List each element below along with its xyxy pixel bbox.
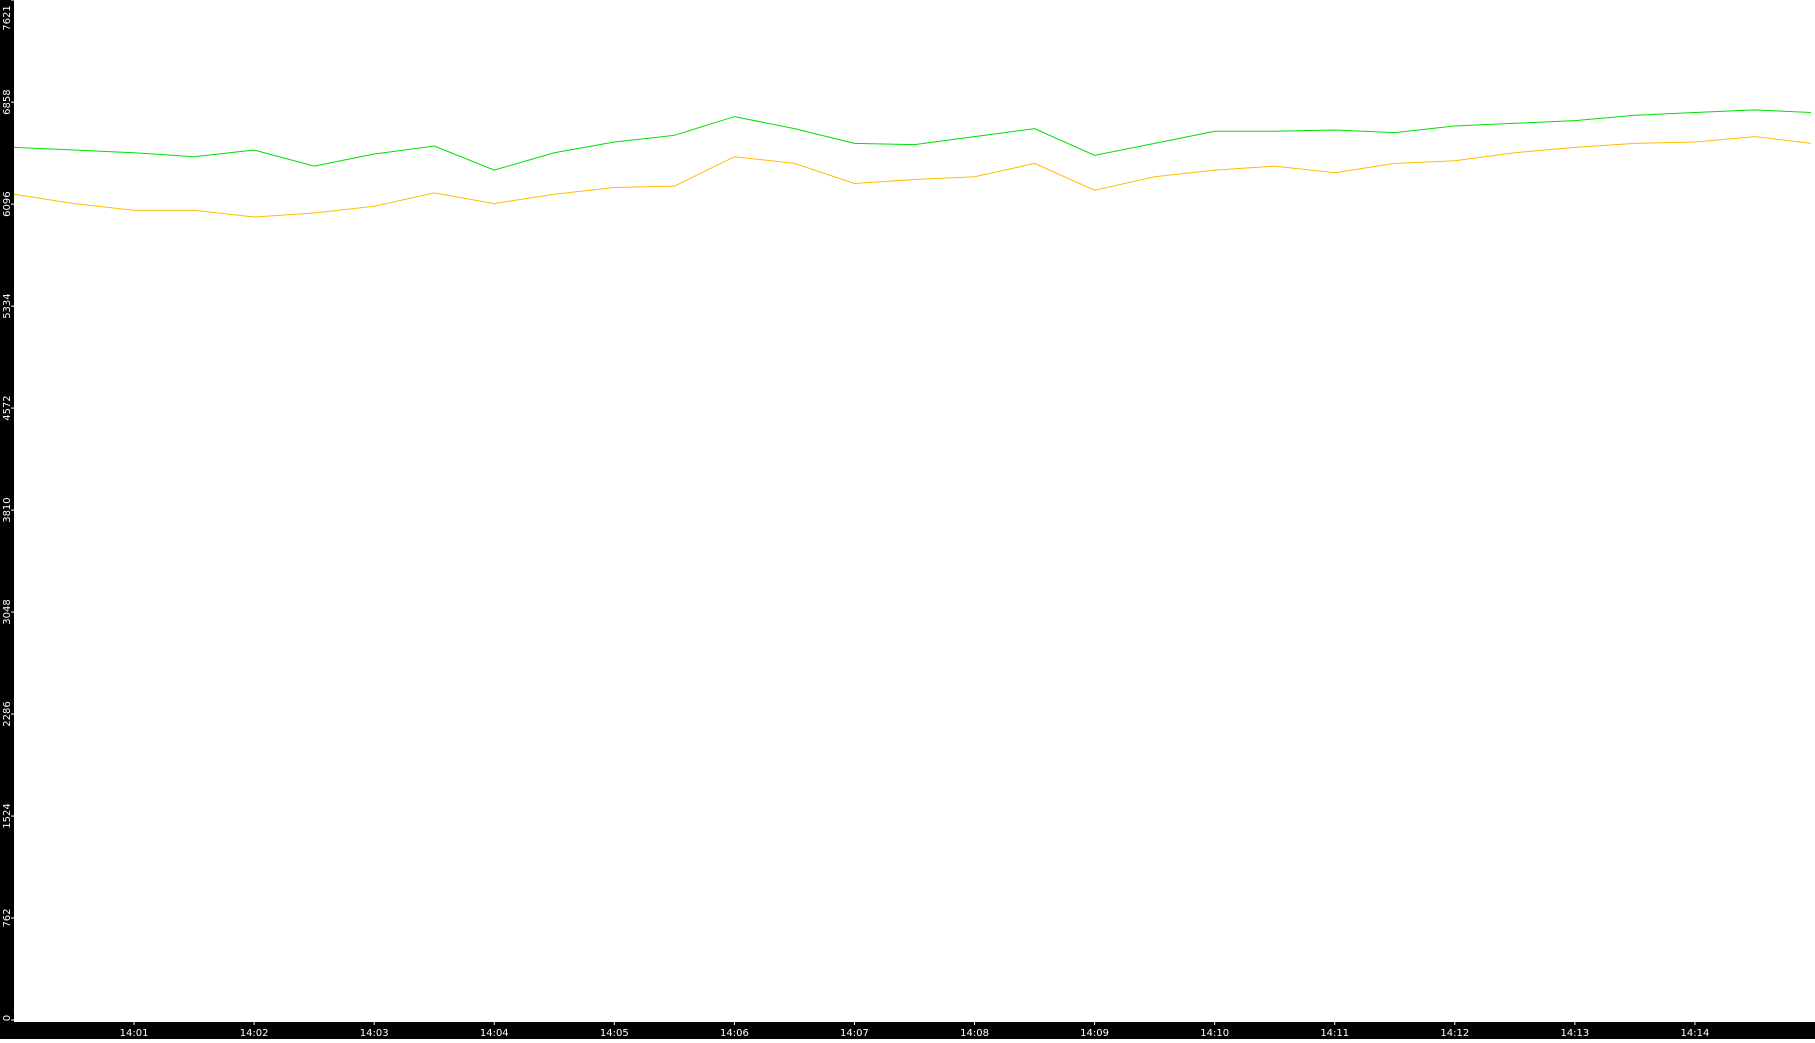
x-tick-label-12: 14:13 (1560, 1028, 1589, 1039)
x-tick-label-1: 14:02 (240, 1028, 269, 1039)
y-tick-label-1: 762 (2, 908, 13, 927)
y-tick-label-7: 5334 (2, 293, 13, 318)
y-tick-label-0: 0 (2, 1015, 13, 1021)
y-tick-label-8: 6096 (2, 191, 13, 216)
x-axis-band (0, 1022, 1815, 1039)
y-tick-label-6: 4572 (2, 395, 13, 420)
y-tick-label-2: 1524 (2, 803, 13, 828)
y-tick-label-9: 6858 (2, 89, 13, 114)
x-tick-label-10: 14:11 (1320, 1028, 1349, 1039)
x-tick-label-4: 14:05 (600, 1028, 629, 1039)
y-tick-label-5: 3810 (2, 497, 13, 522)
x-tick-label-2: 14:03 (360, 1028, 389, 1039)
y-tick-label-4: 3048 (2, 599, 13, 624)
x-tick-label-6: 14:07 (840, 1028, 869, 1039)
x-tick-label-3: 14:04 (480, 1028, 509, 1039)
x-tick-label-8: 14:09 (1080, 1028, 1109, 1039)
x-tick-label-11: 14:12 (1440, 1028, 1469, 1039)
x-tick-label-5: 14:06 (720, 1028, 749, 1039)
x-tick-label-13: 14:14 (1681, 1028, 1710, 1039)
chart-svg: 0 762 1524 2286 3048 3810 4572 5334 6096 6858 7621… (0, 0, 1815, 1039)
x-tick-label-9: 14:10 (1200, 1028, 1229, 1039)
x-tick-label-0: 14:01 (120, 1028, 149, 1039)
x-tick-label-7: 14:08 (960, 1028, 989, 1039)
y-tick-label-10: 7621 (2, 5, 13, 30)
plot-area (14, 0, 1815, 1022)
chart-root: 0 762 1524 2286 3048 3810 4572 5334 6096 6858 7621… (0, 0, 1815, 1039)
y-tick-label-3: 2286 (2, 701, 13, 726)
